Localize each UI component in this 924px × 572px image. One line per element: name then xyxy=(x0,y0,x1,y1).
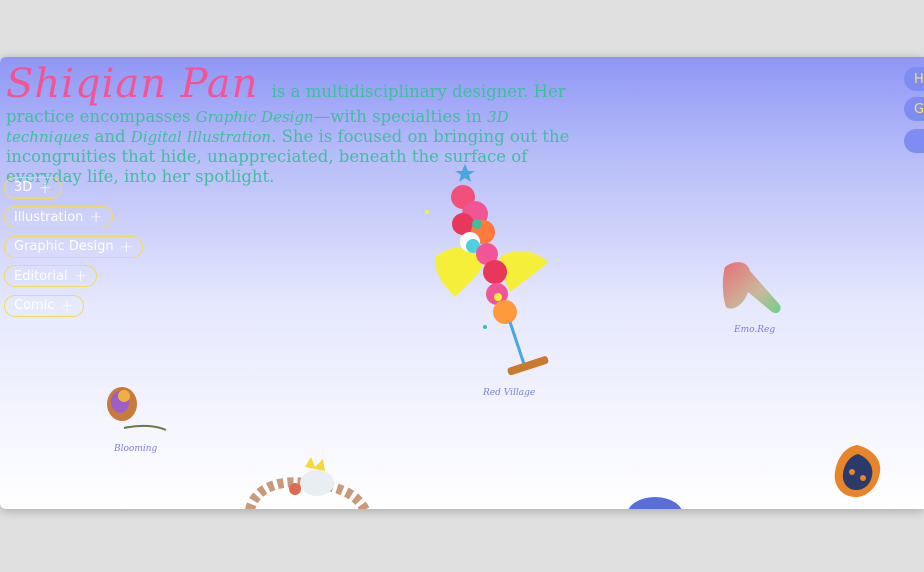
project-label-blooming[interactable]: Blooming xyxy=(114,444,157,454)
browser-viewport: Shiqian Pan is a multidisciplinary desig… xyxy=(0,57,924,509)
digital-illustration-link[interactable]: Digital Illustration xyxy=(131,128,271,146)
project-label-emo-reg[interactable]: Emo.Reg xyxy=(734,325,775,335)
plus-icon: + xyxy=(119,236,134,256)
blooming-artwork[interactable] xyxy=(102,382,170,432)
filter-comic[interactable]: Comic + xyxy=(4,294,84,317)
flame-artwork[interactable] xyxy=(830,442,885,502)
plus-icon: + xyxy=(73,266,88,285)
side-button-g[interactable]: G xyxy=(904,97,924,121)
filter-3d[interactable]: 3D + xyxy=(4,176,62,199)
intro-text-2: —with specialties in xyxy=(313,107,482,126)
plus-icon: + xyxy=(60,295,74,315)
project-label-red-village[interactable]: Red Village xyxy=(483,388,535,398)
plus-icon: + xyxy=(89,207,103,226)
planet-artwork[interactable] xyxy=(625,495,685,509)
category-filters: 3D + Illustration + Graphic Design + Editor… xyxy=(4,176,144,324)
filter-graphic-design[interactable]: Graphic Design + xyxy=(4,235,144,258)
intro-and: and xyxy=(94,127,126,146)
side-button-h[interactable]: H xyxy=(904,67,924,91)
filter-editorial[interactable]: Editorial + xyxy=(4,265,98,287)
plus-icon: + xyxy=(38,177,52,197)
filter-illustration[interactable]: Illustration + xyxy=(4,206,113,228)
side-button-blank[interactable] xyxy=(904,129,924,153)
emo-reg-artwork[interactable] xyxy=(720,257,790,322)
red-village-artwork[interactable] xyxy=(415,162,565,387)
graphic-design-link[interactable]: Graphic Design xyxy=(196,108,314,126)
designer-name: Shiqian Pan xyxy=(6,61,259,107)
wreath-artwork[interactable] xyxy=(245,455,370,509)
